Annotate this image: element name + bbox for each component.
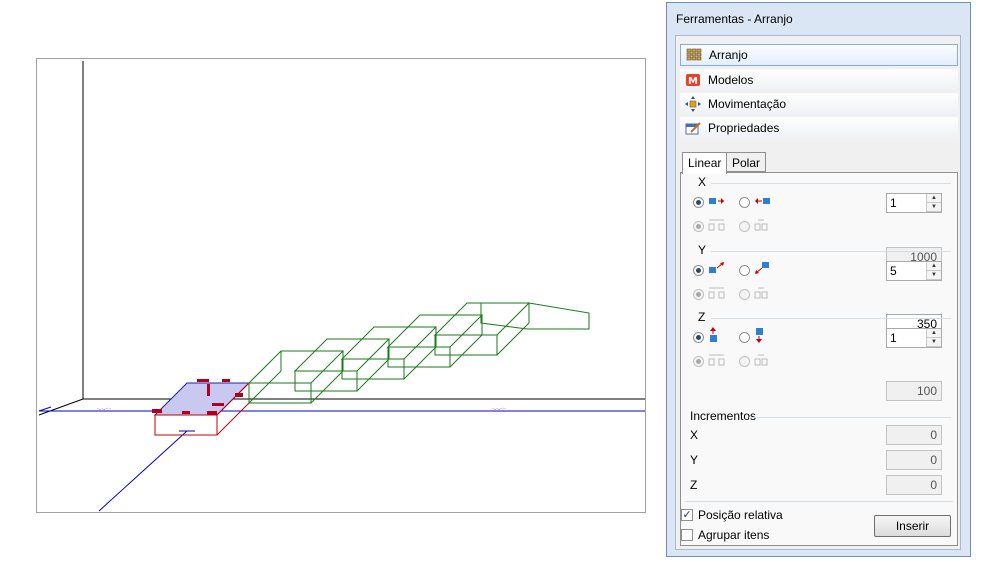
models-m-icon: M <box>684 72 702 88</box>
svg-text:M: M <box>688 76 698 87</box>
group-divider <box>749 417 951 418</box>
z-negative-direction-icon <box>754 327 772 346</box>
group-label-x: X <box>698 175 707 189</box>
x-count-value: 1 <box>890 196 897 210</box>
x-positive-radio[interactable] <box>693 197 704 208</box>
y-spacing-mode-radio-2[interactable] <box>739 289 750 300</box>
tool-panel: Arranjo M Modelos Movimentação Proprieda… <box>675 35 961 550</box>
group-divider <box>711 318 951 319</box>
section-label: Arranjo <box>709 48 748 62</box>
increments-label: Incrementos <box>690 409 757 423</box>
z-negative-radio[interactable] <box>739 332 750 343</box>
window-title: Ferramentas - Arranjo <box>676 12 793 26</box>
selected-block[interactable] <box>152 379 251 436</box>
tab-polar[interactable]: Polar <box>726 152 767 172</box>
3d-viewport[interactable]: ·-·-·:· ·-·-·:· <box>36 58 646 513</box>
y-positive-direction-icon <box>708 261 726 278</box>
x-negative-direction-icon <box>754 195 772 210</box>
x-spacing-icon-2 <box>754 217 772 234</box>
axis-marker-right: ·-·-·:· <box>492 406 506 413</box>
increment-z-label: Z <box>690 478 698 492</box>
group-label-z: Z <box>698 310 706 324</box>
increment-x-field: 0 <box>886 425 942 445</box>
y-spacing-mode-radio-1[interactable] <box>693 289 704 300</box>
y-count-stepper[interactable]: 5 ▲ ▼ <box>886 261 942 281</box>
group-label-y: Y <box>698 243 707 257</box>
x-spacing-mode-radio-1[interactable] <box>693 221 704 232</box>
section-propriedades[interactable]: Propriedades <box>680 117 958 139</box>
section-label: Movimentação <box>708 97 787 111</box>
x-negative-radio[interactable] <box>739 197 750 208</box>
y-count-up[interactable]: ▲ <box>927 262 941 271</box>
y-axis-line <box>98 430 188 512</box>
y-count-down[interactable]: ▼ <box>927 271 941 280</box>
z-spacing-mode-radio-1[interactable] <box>693 356 704 367</box>
section-label: Modelos <box>708 73 754 87</box>
z-spacing-icon-1 <box>708 352 726 369</box>
increment-y-label: Y <box>690 453 699 467</box>
z-positive-radio[interactable] <box>693 332 704 343</box>
properties-edit-icon <box>684 120 702 136</box>
insert-button[interactable]: Inserir <box>874 515 951 537</box>
group-items-label: Agrupar itens <box>698 528 770 542</box>
y-negative-radio[interactable] <box>739 265 750 276</box>
increment-z-field: 0 <box>886 475 942 495</box>
z-spacing-field: 100 <box>886 381 942 401</box>
axis-marker-left: ·-·-·:· <box>97 406 111 413</box>
x-spacing-mode-radio-2[interactable] <box>739 221 750 232</box>
z-spacing-icon-2 <box>754 352 772 369</box>
y-spacing-icon-2 <box>754 285 772 302</box>
move-arrows-icon <box>684 96 702 112</box>
scene-canvas[interactable]: ·-·-·:· ·-·-·:· <box>37 59 647 514</box>
linear-tab-content: X 1 ▲ ▼ 1000 Y 5 ▲ ▼ 350 Z 1 ▲ ▼ 100 Inc… <box>680 172 958 546</box>
z-count-down[interactable]: ▼ <box>927 338 941 347</box>
group-items-checkbox[interactable] <box>681 529 693 541</box>
x-spacing-icon-1 <box>708 217 726 234</box>
z-count-up[interactable]: ▲ <box>927 329 941 338</box>
y-negative-direction-icon <box>754 261 772 278</box>
section-label: Propriedades <box>708 121 780 135</box>
z-positive-direction-icon <box>708 327 726 346</box>
y-spacing-icon-1 <box>708 285 726 302</box>
section-arranjo[interactable]: Arranjo <box>680 44 958 66</box>
relative-position-label: Posição relativa <box>698 508 783 522</box>
x-count-down[interactable]: ▼ <box>927 203 941 212</box>
x-positive-direction-icon <box>708 195 726 210</box>
tool-window: Ferramentas - Arranjo Arranjo M Modelos <box>666 2 971 557</box>
z-count-value: 1 <box>890 331 897 345</box>
section-modelos[interactable]: M Modelos <box>680 69 958 91</box>
arranged-copies[interactable] <box>247 302 590 404</box>
y-count-value: 5 <box>890 264 897 278</box>
group-divider <box>711 183 951 184</box>
floor-edge-line <box>38 398 84 416</box>
arrangement-grid-icon <box>685 47 703 63</box>
z-spacing-mode-radio-2[interactable] <box>739 356 750 367</box>
section-movimentacao[interactable]: Movimentação <box>680 93 958 115</box>
tab-linear[interactable]: Linear <box>682 152 728 174</box>
group-divider <box>685 501 953 502</box>
y-positive-radio[interactable] <box>693 265 704 276</box>
x-count-up[interactable]: ▲ <box>927 194 941 203</box>
x-count-stepper[interactable]: 1 ▲ ▼ <box>886 193 942 213</box>
increment-y-field: 0 <box>886 450 942 470</box>
group-divider <box>711 251 951 252</box>
relative-position-checkbox[interactable]: ✓ <box>681 509 693 521</box>
axis-arrow <box>38 406 52 412</box>
increment-x-label: X <box>690 428 699 442</box>
z-count-stepper[interactable]: 1 ▲ ▼ <box>886 328 942 348</box>
